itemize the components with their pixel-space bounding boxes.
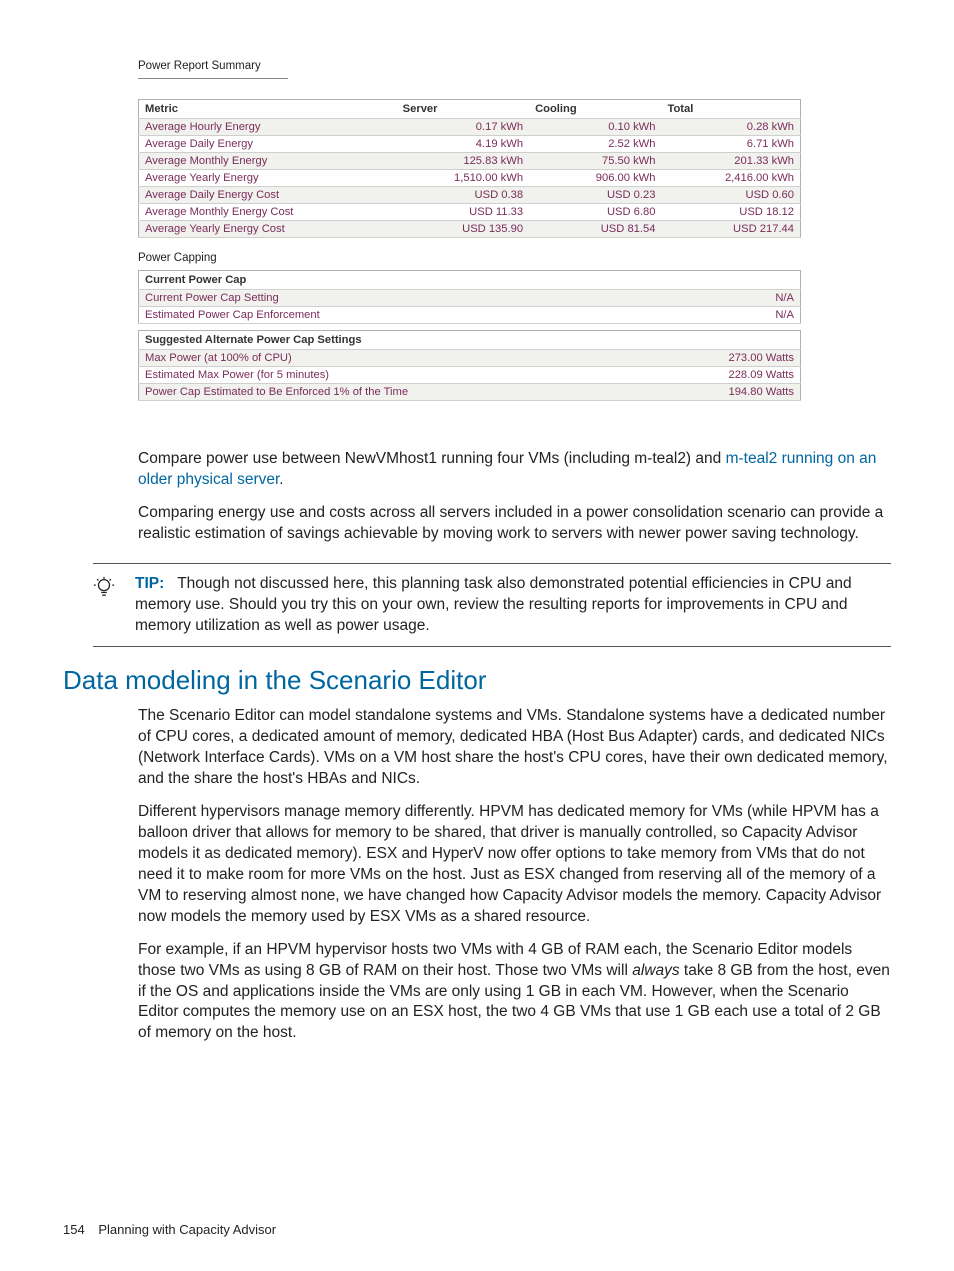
paragraph: Comparing energy use and costs across al…: [138, 503, 891, 545]
section-body: The Scenario Editor can model standalone…: [138, 706, 891, 1044]
page-footer: 154 Planning with Capacity Advisor: [63, 1222, 276, 1237]
tip-text: TIP: Though not discussed here, this pla…: [135, 574, 891, 637]
paragraph: The Scenario Editor can model standalone…: [138, 706, 891, 790]
section-heading: Data modeling in the Scenario Editor: [63, 665, 891, 696]
table-row: Estimated Power Cap EnforcementN/A: [139, 307, 801, 324]
table-row: Current Power Cap SettingN/A: [139, 290, 801, 307]
table-row: Power Cap Estimated to Be Enforced 1% of…: [139, 384, 801, 401]
page-number: 154: [63, 1222, 85, 1237]
table-row: Average Daily Energy CostUSD 0.38USD 0.2…: [139, 187, 801, 204]
current-cap-header: Current Power Cap: [139, 271, 702, 290]
table-row: Average Daily Energy4.19 kWh2.52 kWh6.71…: [139, 136, 801, 153]
tip-block: TIP: Though not discussed here, this pla…: [93, 563, 891, 648]
col-total: Total: [661, 100, 800, 119]
table-row: Average Monthly Energy125.83 kWh75.50 kW…: [139, 153, 801, 170]
tip-icon: [93, 574, 121, 637]
table-row: Average Yearly Energy1,510.00 kWh906.00 …: [139, 170, 801, 187]
chapter-title: Planning with Capacity Advisor: [98, 1222, 276, 1237]
power-report-summary: Power Report Summary Metric Server Cooli…: [138, 60, 801, 401]
table-row: Average Monthly Energy CostUSD 11.33USD …: [139, 204, 801, 221]
col-server: Server: [397, 100, 529, 119]
current-cap-table: Current Power Cap Current Power Cap Sett…: [138, 270, 801, 324]
power-capping-label: Power Capping: [138, 252, 801, 264]
body-text-block: Compare power use between NewVMhost1 run…: [138, 449, 891, 545]
paragraph: Compare power use between NewVMhost1 run…: [138, 449, 891, 491]
suggested-cap-header: Suggested Alternate Power Cap Settings: [139, 331, 702, 350]
table-row: Average Yearly Energy CostUSD 135.90USD …: [139, 221, 801, 238]
metric-table: Metric Server Cooling Total Average Hour…: [138, 99, 801, 238]
paragraph: Different hypervisors manage memory diff…: [138, 802, 891, 928]
table-row: Average Hourly Energy0.17 kWh0.10 kWh0.2…: [139, 119, 801, 136]
paragraph: For example, if an HPVM hypervisor hosts…: [138, 940, 891, 1045]
table-row: Max Power (at 100% of CPU)273.00 Watts: [139, 350, 801, 367]
col-cooling: Cooling: [529, 100, 661, 119]
report-title: Power Report Summary: [138, 60, 801, 78]
suggested-cap-table: Suggested Alternate Power Cap Settings M…: [138, 330, 801, 401]
divider: [138, 78, 288, 79]
tip-label: TIP:: [135, 575, 164, 592]
col-metric: Metric: [139, 100, 397, 119]
table-row: Estimated Max Power (for 5 minutes)228.0…: [139, 367, 801, 384]
